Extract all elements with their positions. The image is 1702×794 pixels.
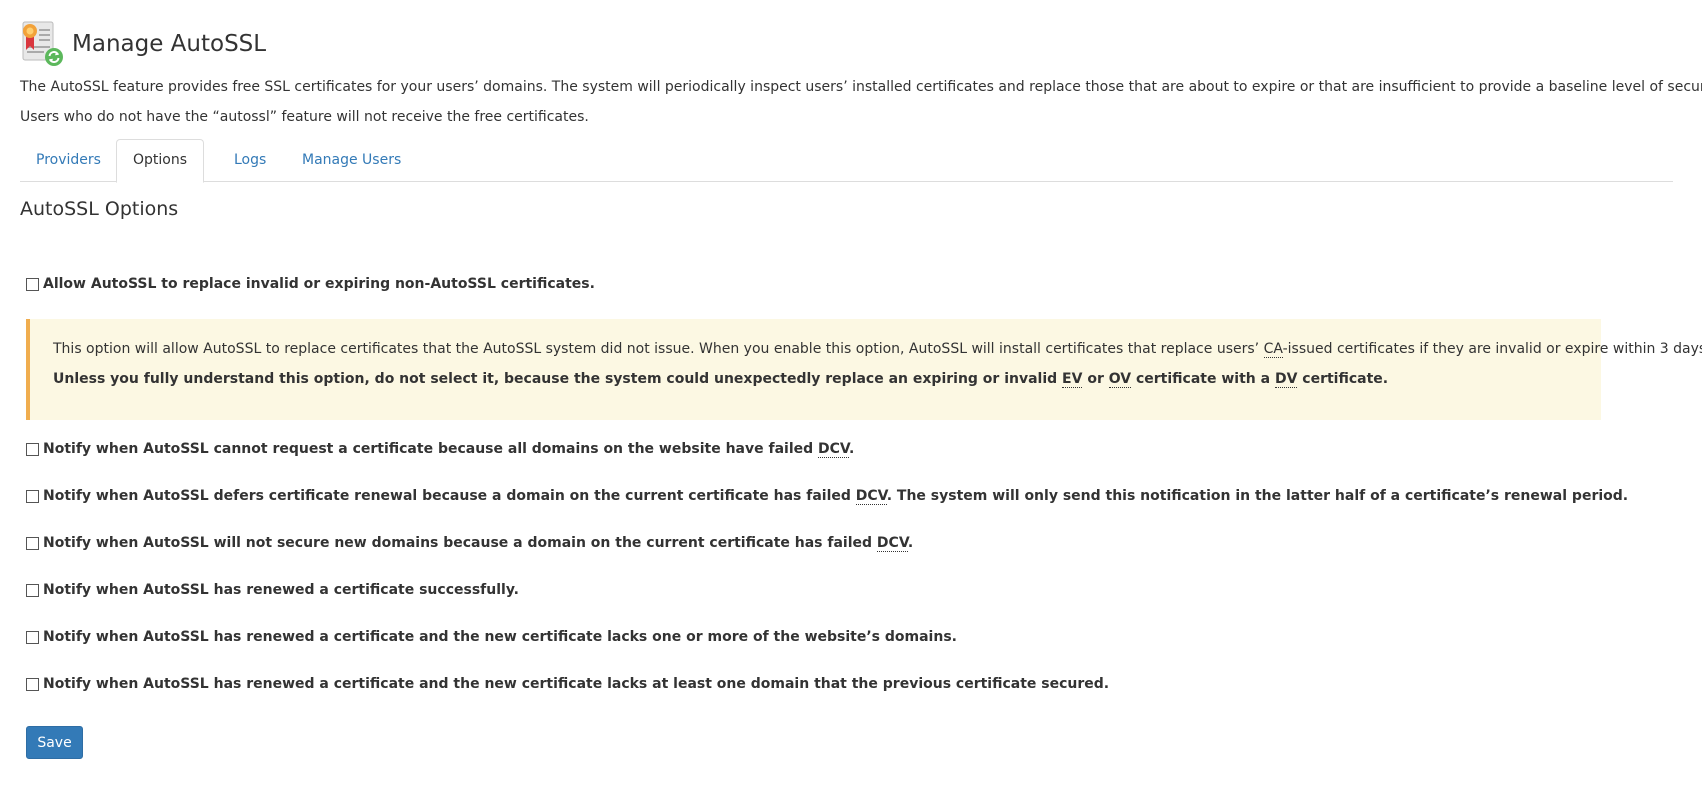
save-button[interactable]: Save — [26, 726, 83, 759]
abbr-ev: EV — [1062, 371, 1083, 388]
tab-providers[interactable]: Providers — [20, 139, 117, 182]
option-label: Notify when AutoSSL cannot request a cer… — [43, 441, 855, 458]
notify-lacks-previous-domain-checkbox[interactable] — [26, 677, 39, 691]
warning-alert: This option will allow AutoSSL to replac… — [26, 319, 1702, 420]
abbr-dcv: DCV — [855, 488, 887, 505]
notify-lacks-website-domains-checkbox[interactable] — [26, 630, 39, 644]
option-label: Allow AutoSSL to replace invalid or expi… — [43, 276, 595, 292]
abbr-dcv: DCV — [876, 535, 908, 552]
page-title: Manage AutoSSL — [72, 31, 267, 57]
intro-feature-note: Users who do not have the “autossl” feat… — [20, 109, 589, 125]
tab-manage-users[interactable]: Manage Users — [286, 139, 417, 182]
option-label: Notify when AutoSSL has renewed a certif… — [43, 676, 1110, 692]
abbr-ov: OV — [1108, 371, 1132, 388]
abbr-dcv: DCV — [818, 441, 849, 458]
option-notify-renewed: Notify when AutoSSL has renewed a certif… — [26, 582, 519, 598]
certificate-icon — [20, 20, 66, 68]
notify-defers-checkbox[interactable] — [26, 489, 39, 503]
option-notify-all-failed: Notify when AutoSSL cannot request a cer… — [26, 441, 855, 458]
options-tabs: Providers Options Logs Manage Users — [20, 139, 1673, 183]
option-label: Notify when AutoSSL has renewed a certif… — [43, 629, 957, 645]
tab-logs[interactable]: Logs — [218, 139, 282, 182]
section-title: AutoSSL Options — [20, 198, 179, 220]
option-notify-not-secure: Notify when AutoSSL will not secure new … — [26, 535, 914, 552]
warning-description: This option will allow AutoSSL to replac… — [53, 341, 1702, 358]
option-notify-lacks-previous-domain: Notify when AutoSSL has renewed a certif… — [26, 676, 1109, 692]
option-label: Notify when AutoSSL has renewed a certif… — [43, 582, 519, 598]
option-label: Notify when AutoSSL defers certificate r… — [43, 488, 1629, 505]
option-label: Notify when AutoSSL will not secure new … — [43, 535, 914, 552]
notify-all-failed-checkbox[interactable] — [26, 442, 39, 456]
abbr-dv: DV — [1274, 371, 1298, 388]
warning-caution: Unless you fully understand this option,… — [53, 371, 1389, 388]
option-replace-non-autossl: Allow AutoSSL to replace invalid or expi… — [26, 276, 595, 292]
notify-not-secure-checkbox[interactable] — [26, 536, 39, 550]
page-header: Manage AutoSSL — [20, 20, 266, 68]
replace-non-autossl-checkbox[interactable] — [26, 277, 39, 291]
abbr-ca: CA — [1263, 341, 1283, 358]
notify-renewed-checkbox[interactable] — [26, 583, 39, 597]
option-notify-defers: Notify when AutoSSL defers certificate r… — [26, 488, 1629, 505]
tab-options[interactable]: Options — [116, 139, 205, 183]
intro-description: The AutoSSL feature provides free SSL ce… — [20, 79, 1702, 95]
option-notify-lacks-website-domains: Notify when AutoSSL has renewed a certif… — [26, 629, 957, 645]
